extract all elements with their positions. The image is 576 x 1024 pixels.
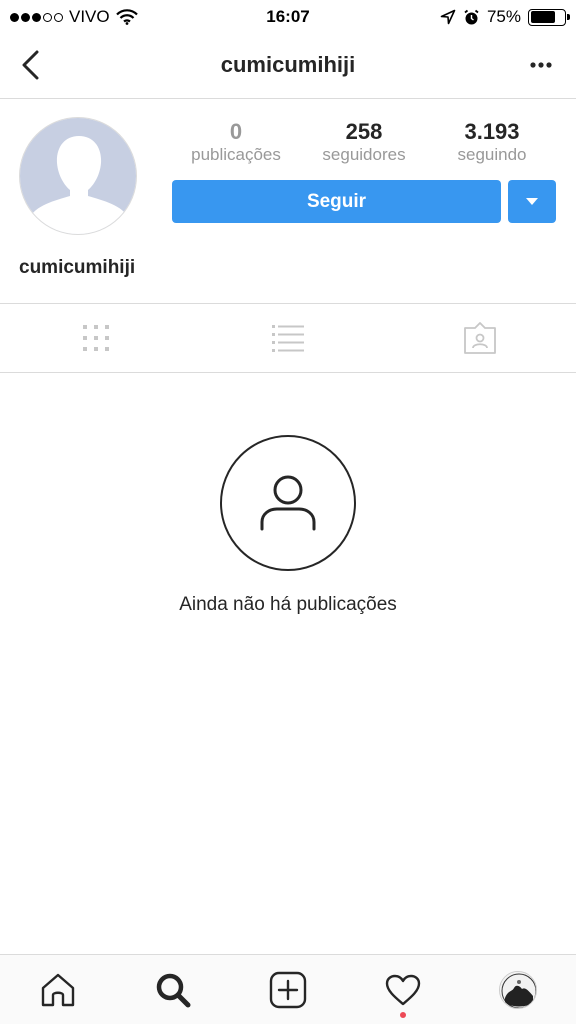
- signal-strength-icon: [10, 12, 63, 22]
- tab-tagged[interactable]: [384, 304, 576, 372]
- bottom-tab-search[interactable]: [115, 955, 230, 1024]
- profile-username: cumicumihiji: [19, 257, 136, 278]
- bottom-tab-activity[interactable]: [346, 955, 461, 1024]
- stat-following-label: seguindo: [457, 145, 527, 164]
- stat-followers-label: seguidores: [322, 145, 406, 164]
- status-bar: VIVO 16:07 75%: [0, 0, 576, 34]
- more-options-button[interactable]: [524, 52, 558, 78]
- tab-list[interactable]: [192, 304, 384, 372]
- home-icon: [41, 973, 74, 1006]
- bottom-tab-home[interactable]: [0, 955, 115, 1024]
- list-icon: [272, 325, 304, 352]
- caret-down-icon: [526, 198, 538, 205]
- status-right: 75%: [440, 7, 570, 27]
- stat-following[interactable]: 3.193 seguindo: [428, 119, 556, 165]
- grid-icon: [83, 325, 109, 351]
- heart-icon: [386, 974, 421, 1005]
- stat-posts-label: publicações: [191, 145, 281, 164]
- follow-button[interactable]: Seguir: [172, 180, 501, 223]
- user-icon: [260, 475, 316, 531]
- profile-avatar-icon: [499, 970, 538, 1009]
- wifi-icon: [115, 9, 138, 25]
- navigation-bar: cumicumihiji: [0, 34, 576, 99]
- bottom-tab-add[interactable]: [230, 955, 345, 1024]
- more-horizontal-icon: [530, 62, 552, 68]
- suggestions-dropdown-button[interactable]: [508, 180, 556, 223]
- add-icon: [269, 971, 307, 1008]
- profile-stats: 0 publicações 258 seguidores 3.193 segui…: [172, 119, 556, 165]
- profile-header: 0 publicações 258 seguidores 3.193 segui…: [0, 99, 576, 304]
- battery-icon: [528, 8, 570, 26]
- notification-dot: [400, 1012, 407, 1018]
- battery-percent: 75%: [486, 7, 521, 26]
- stat-following-value: 3.193: [464, 119, 520, 144]
- empty-state-icon-circle: [220, 435, 356, 571]
- bottom-tab-profile[interactable]: [461, 955, 576, 1024]
- default-avatar-icon: [20, 118, 136, 234]
- empty-state-text: Ainda não há publicações: [179, 594, 397, 615]
- stat-posts-value: 0: [229, 119, 243, 144]
- search-icon: [156, 973, 191, 1007]
- status-left: VIVO: [10, 7, 138, 27]
- tab-grid[interactable]: [0, 304, 192, 372]
- profile-tabs: [0, 304, 576, 373]
- profile-avatar[interactable]: [19, 117, 137, 235]
- stat-followers-value: 258: [345, 119, 383, 144]
- alarm-clock-icon: [464, 9, 479, 24]
- stat-followers[interactable]: 258 seguidores: [300, 119, 428, 165]
- page-title: cumicumihiji: [220, 52, 356, 77]
- bottom-tab-bar: [0, 954, 576, 1024]
- location-arrow-icon: [440, 9, 456, 25]
- tagged-icon: [464, 322, 496, 354]
- stat-posts[interactable]: 0 publicações: [172, 119, 300, 165]
- battery-level-fill: [530, 11, 556, 23]
- carrier-name: VIVO: [69, 7, 110, 26]
